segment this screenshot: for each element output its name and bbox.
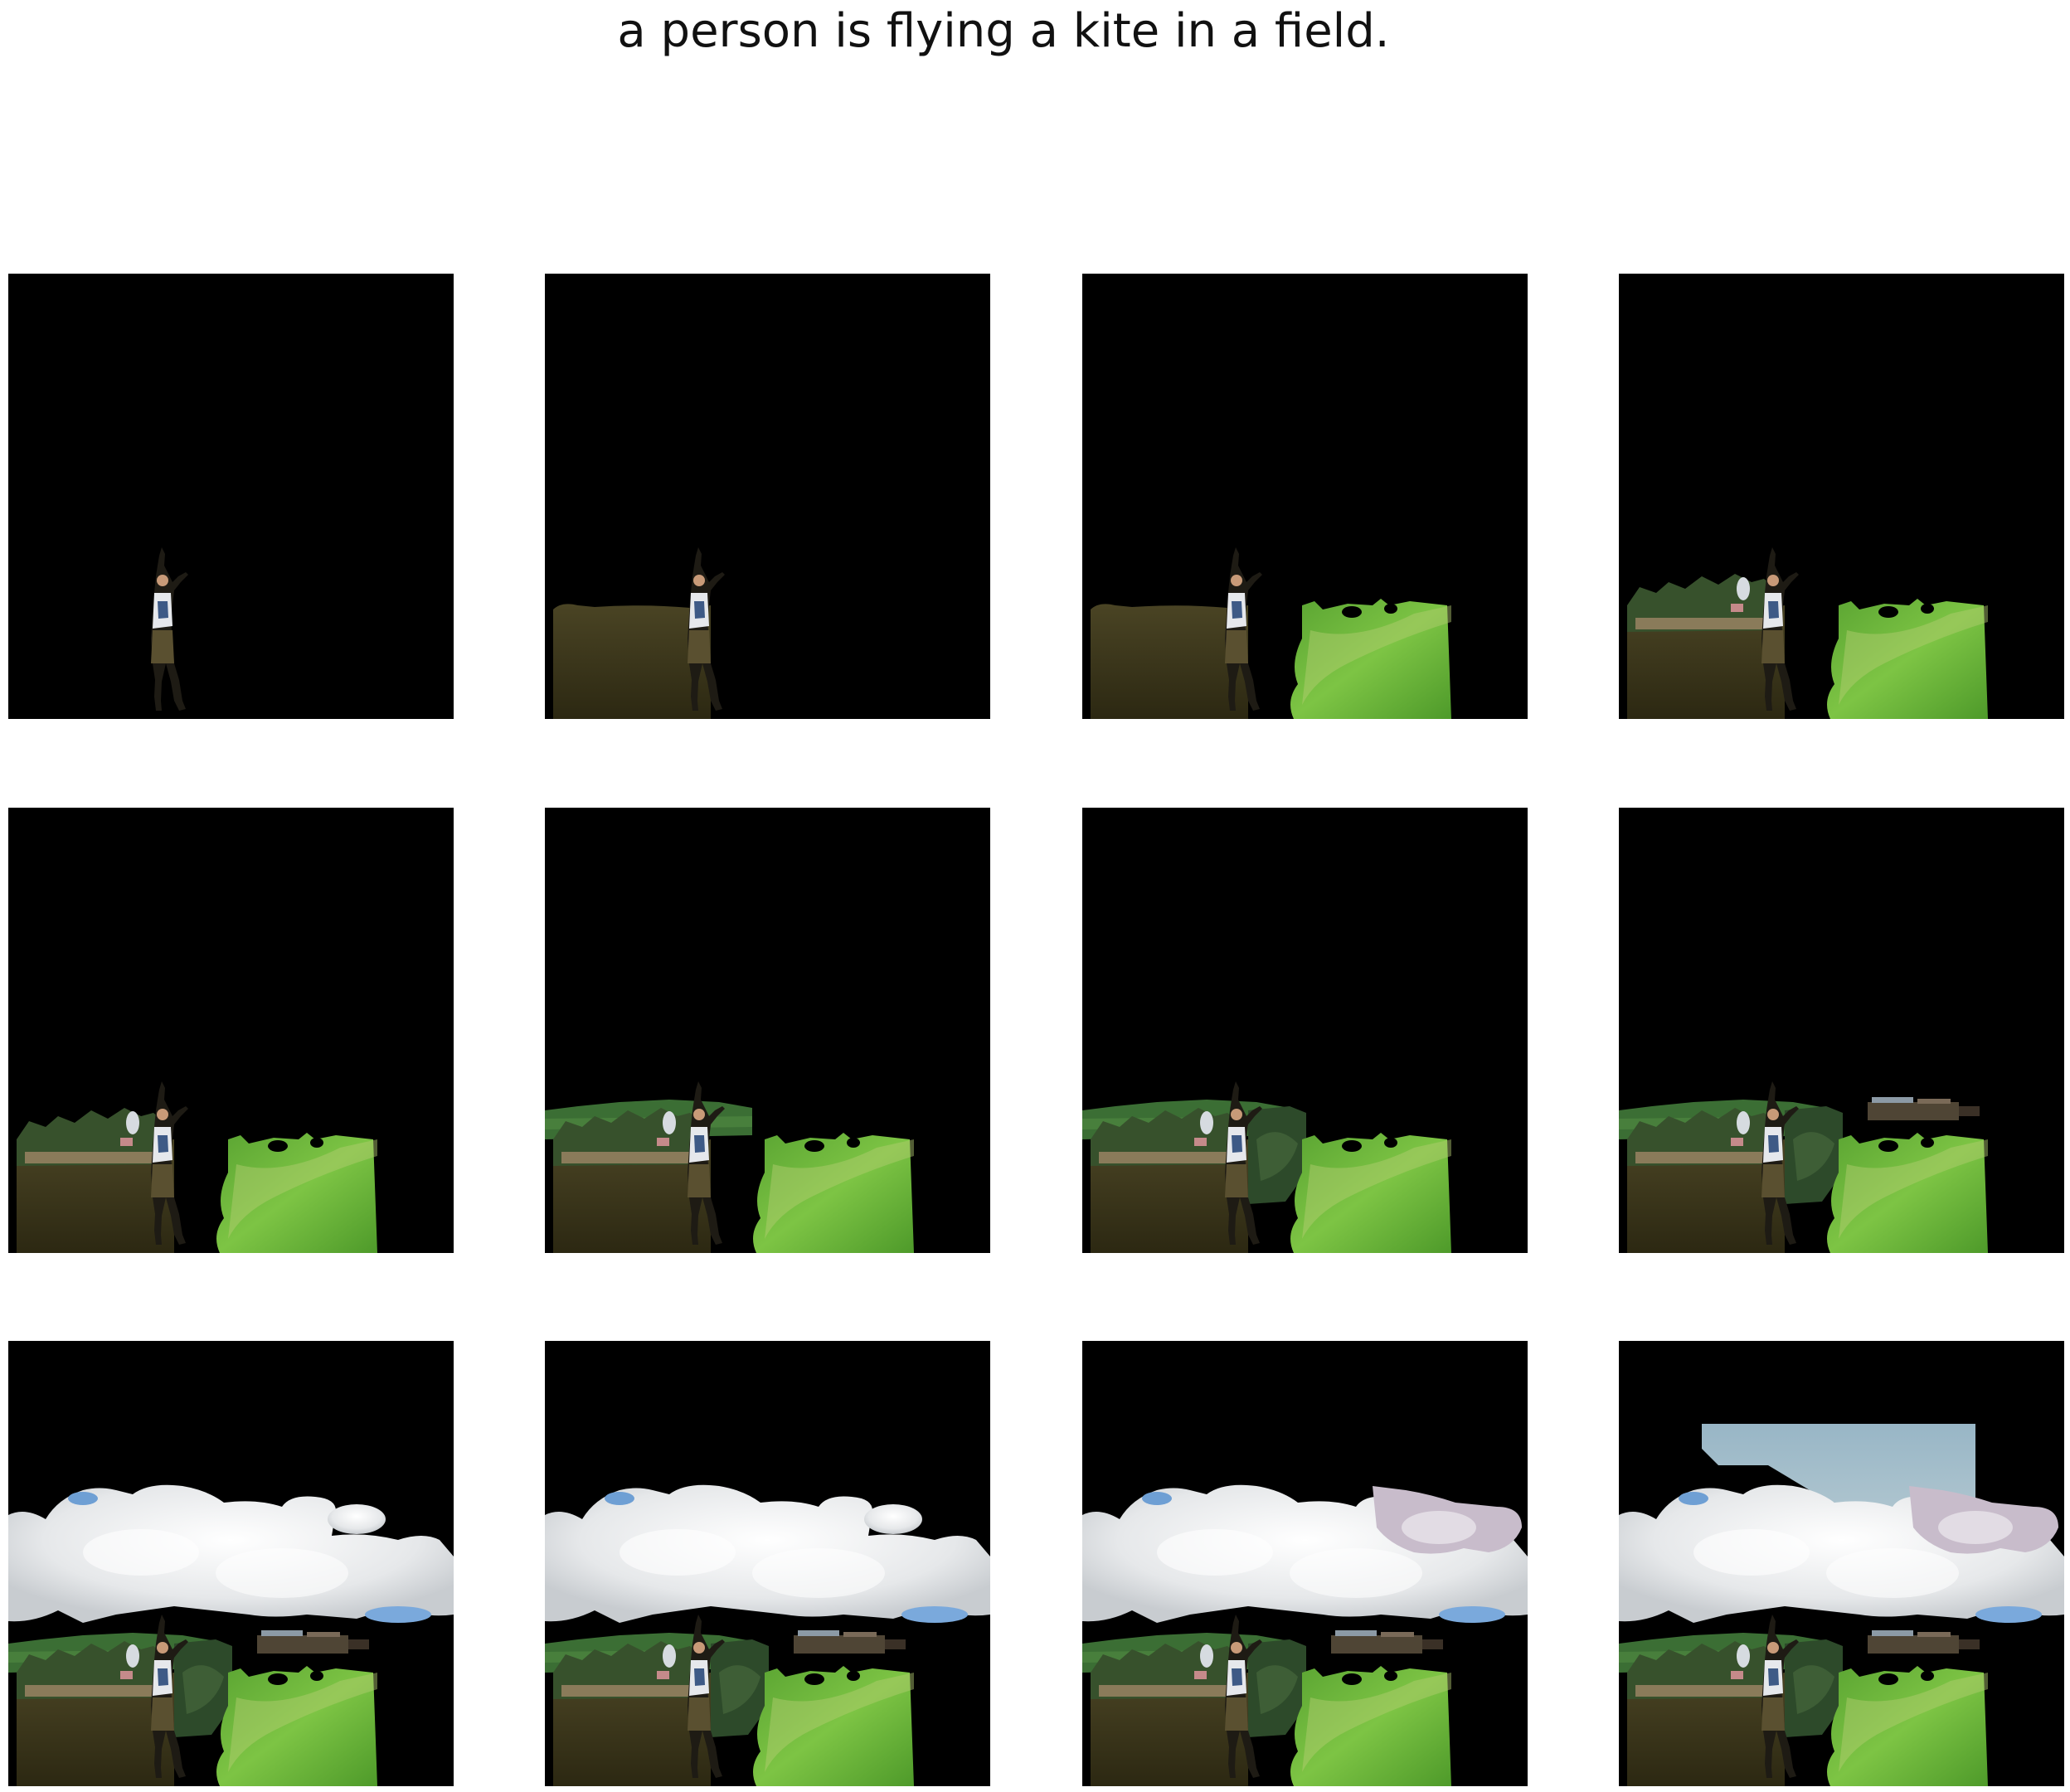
grass-right-segment [1290,1666,1451,1786]
panel-image [553,547,725,719]
grass-right-segment [753,1133,914,1253]
trees-segment [1627,574,1776,632]
grass-right-segment [216,1133,377,1253]
grass-right-segment [216,1666,377,1786]
panel-step-1 [8,274,454,719]
panel-image [151,547,188,711]
clouds-segment [8,1484,454,1623]
panel-step-8 [1619,808,2064,1253]
pink-cloud-segment [1373,1486,1522,1554]
grass-right-segment [1290,599,1451,719]
figure-title: a person is flying a kite in a field. [617,4,1390,58]
panel-image [1627,547,1988,719]
grass-right-segment [753,1666,914,1786]
grass-right-segment [1827,1666,1988,1786]
buildings-segment [1331,1630,1443,1654]
panel-step-6 [545,808,990,1253]
panel-image [1619,1081,1988,1253]
panel-step-9 [8,1341,454,1786]
panel-image [1082,1081,1451,1253]
panel-image [17,1081,377,1253]
panel-image [1619,1424,2064,1786]
dirt-segment [1091,604,1248,719]
panel-step-10 [545,1341,990,1786]
panel-image [545,1484,990,1786]
buildings-segment [1868,1630,1980,1654]
panel-step-7 [1082,808,1528,1253]
panel-step-5 [8,808,454,1253]
panel-step-2 [545,274,990,719]
person-segment [151,547,188,711]
panel-image [1091,547,1451,719]
grass-right-segment [1827,1133,1988,1253]
grass-right-segment [1827,599,1988,719]
panel-step-11 [1082,1341,1528,1786]
pink-cloud-segment [1909,1486,2058,1554]
dirt-segment [553,604,711,719]
panel-image [8,1484,454,1786]
buildings-segment [257,1630,369,1654]
clouds-segment [545,1484,990,1623]
panel-step-3 [1082,274,1528,719]
panel-image [1082,1484,1528,1786]
buildings-segment [794,1630,906,1654]
trees-segment [17,1108,166,1166]
panel-step-12 [1619,1341,2064,1786]
grass-right-segment [1290,1133,1451,1253]
buildings-segment [1868,1097,1980,1120]
panel-image [545,1081,914,1253]
panel-step-4 [1619,274,2064,719]
